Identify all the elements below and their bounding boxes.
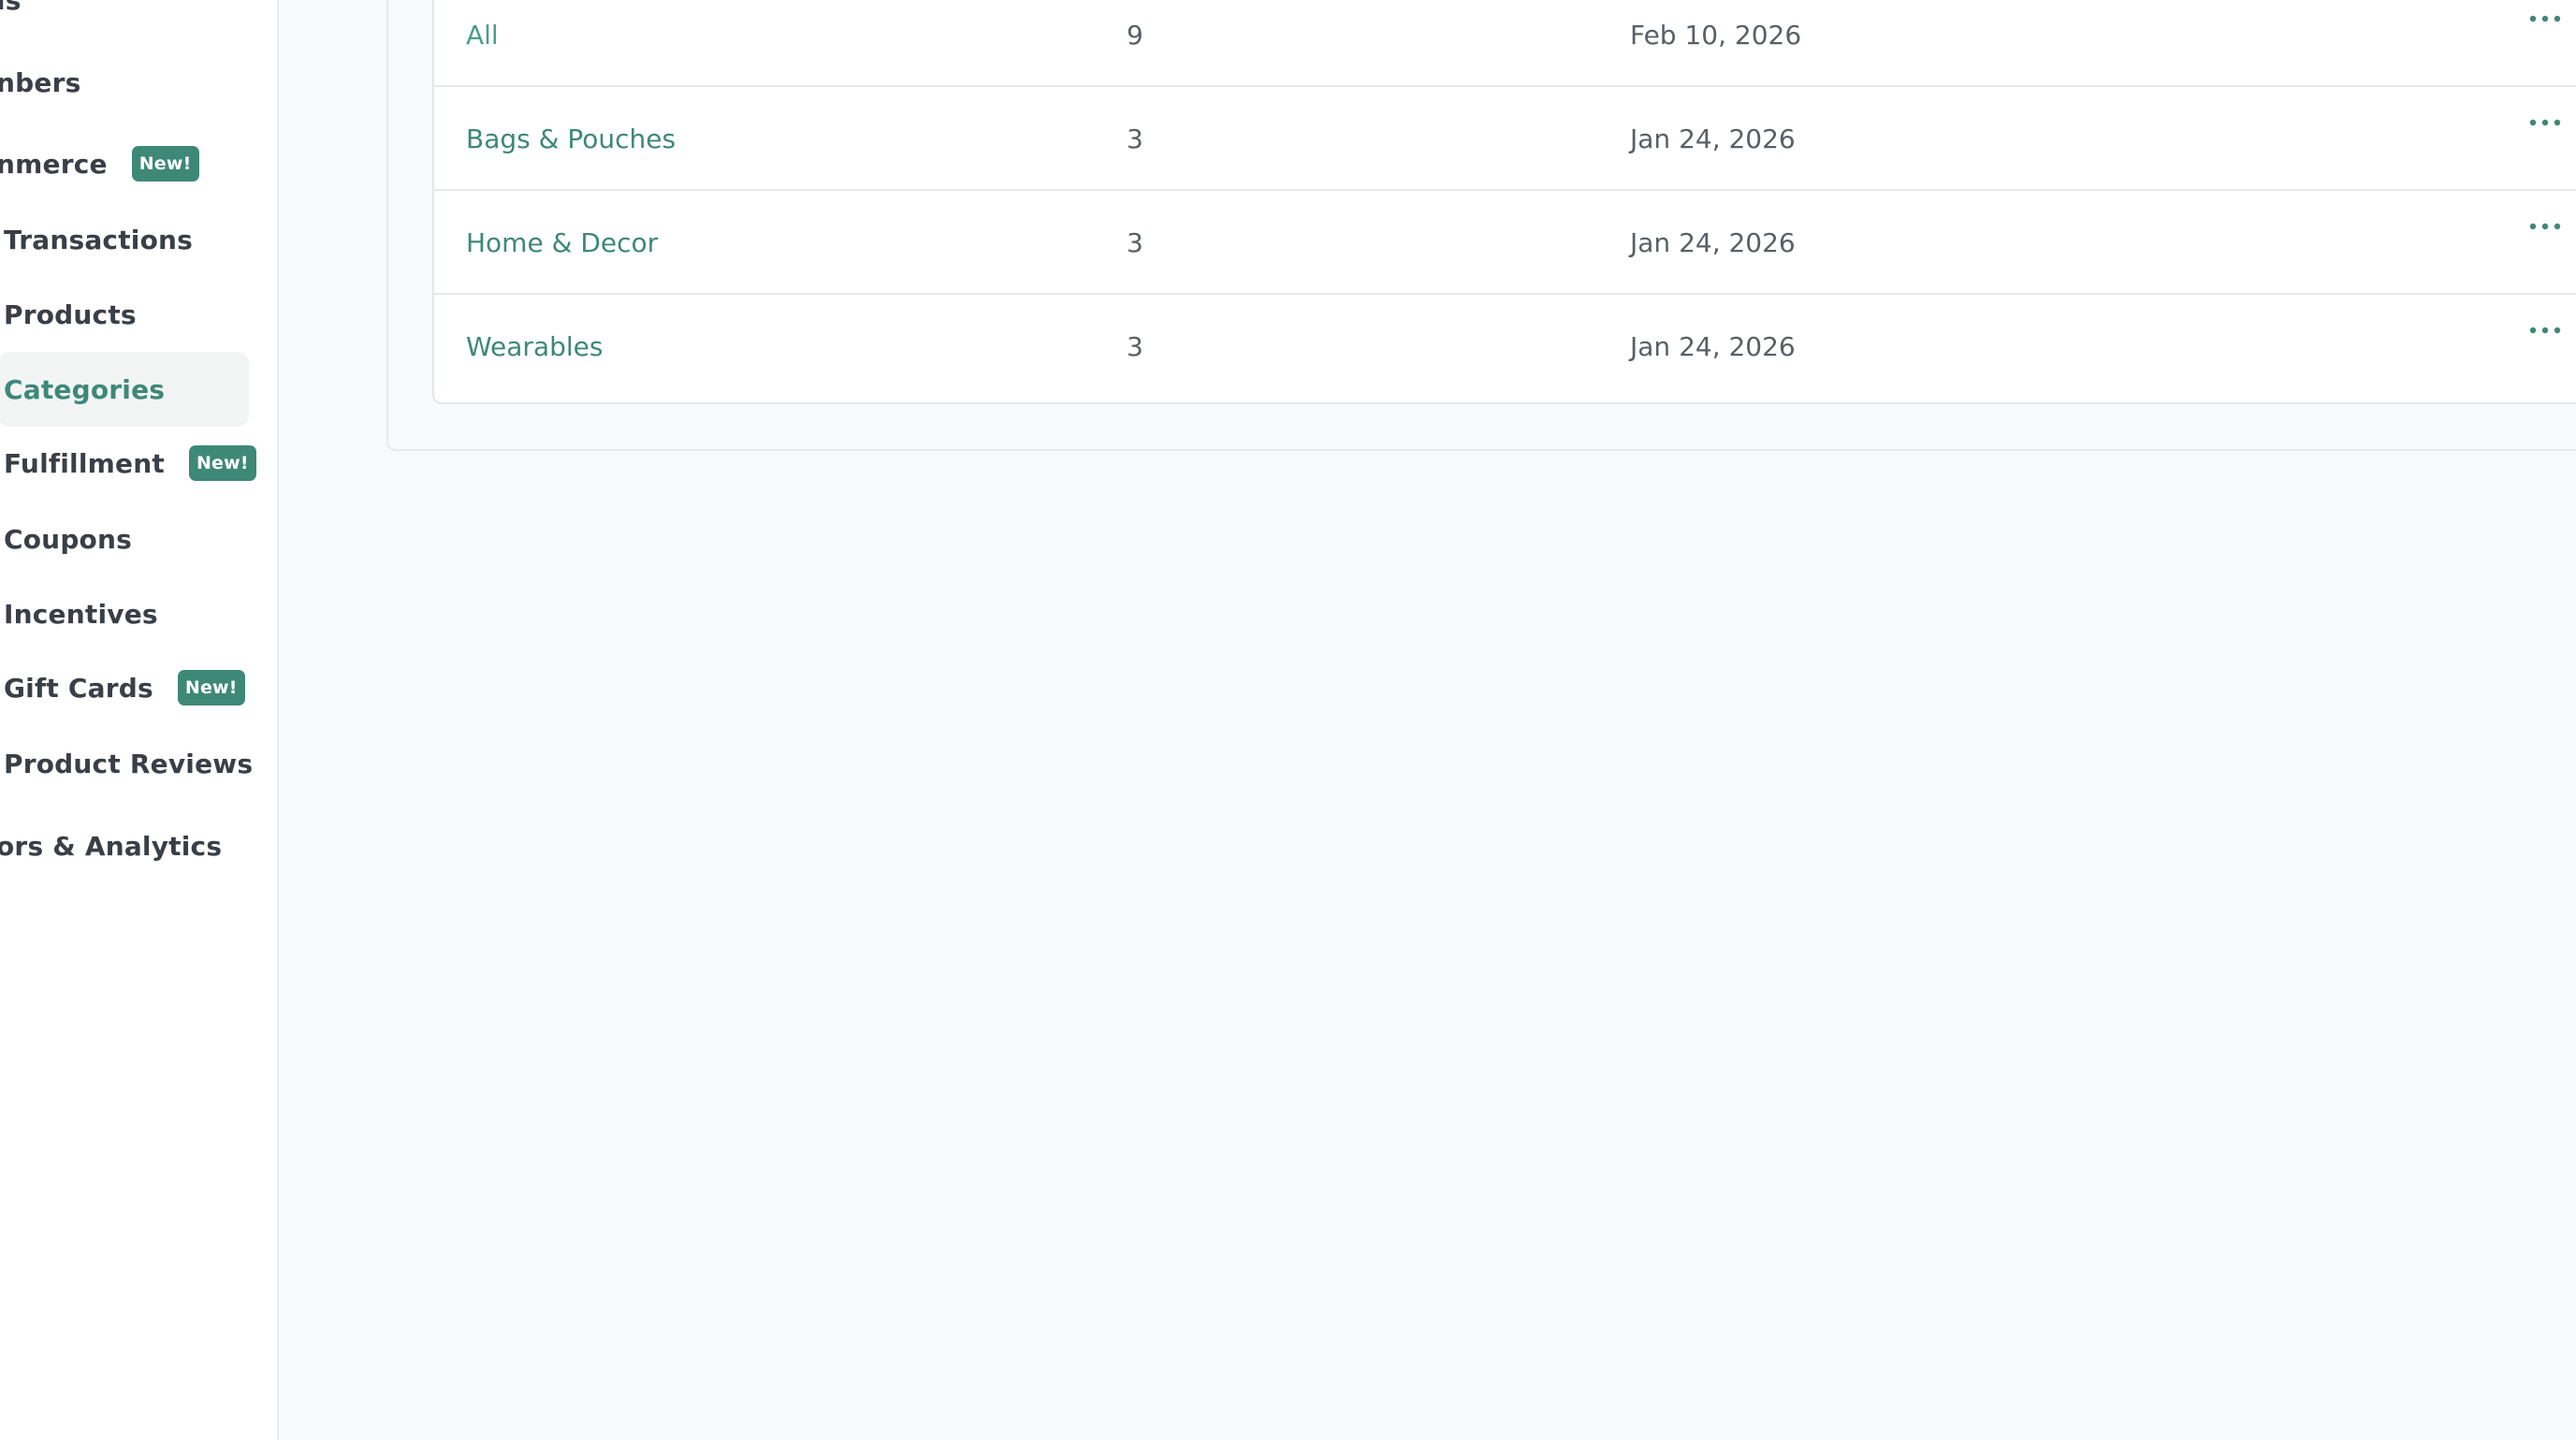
more-horizontal-icon (2529, 223, 2561, 230)
new-badge: New! (188, 445, 256, 481)
more-horizontal-icon (2529, 119, 2561, 126)
more-horizontal-icon (2529, 15, 2561, 22)
table-row[interactable]: Home & Decor 3 Jan 24, 2026 (434, 191, 2576, 295)
sidebar-item-label: Fulfillment (4, 447, 165, 479)
sidebar-item-label: Categories (4, 373, 166, 405)
sidebar-item-gift-cards[interactable]: Gift Cards New! (4, 655, 245, 720)
sidebar-item-products[interactable]: Products (4, 282, 137, 347)
sidebar-item-label: Product Reviews (4, 748, 254, 779)
sidebar-item-product-reviews[interactable]: Product Reviews (4, 731, 253, 796)
categories-table: All 9 Feb 10, 2026 Bags & Pouches 3 Jan … (432, 0, 2576, 404)
more-actions-button[interactable] (2523, 0, 2568, 37)
product-count: 3 (1127, 227, 1143, 258)
updated-date: Jan 24, 2026 (1630, 331, 1796, 362)
sidebar-item-analytics[interactable]: ors & Analytics (0, 813, 222, 879)
updated-date: Jan 24, 2026 (1630, 227, 1796, 258)
sidebar-item-commerce[interactable]: nmerce New! (0, 131, 199, 196)
sidebar-item-label: Incentives (4, 598, 158, 630)
sidebar-item-coupons[interactable]: Coupons (4, 506, 132, 572)
sidebar-item-label: ls (0, 0, 22, 16)
sidebar-item-incentives[interactable]: Incentives (4, 581, 158, 647)
category-name[interactable]: All (466, 0, 499, 87)
sidebar-item-label: nbers (0, 66, 81, 98)
product-count: 9 (1127, 20, 1143, 51)
more-actions-button[interactable] (2523, 312, 2568, 349)
product-count: 3 (1127, 331, 1143, 362)
sidebar-item-label: Transactions (4, 224, 194, 255)
sidebar-item-members[interactable]: nbers (0, 50, 80, 115)
sidebar-item-label: Products (4, 298, 137, 330)
table-row[interactable]: Bags & Pouches 3 Jan 24, 2026 (434, 87, 2576, 191)
table-row[interactable]: All 9 Feb 10, 2026 (434, 0, 2576, 87)
category-name[interactable]: Wearables (466, 295, 603, 399)
sidebar-item-label: Gift Cards (4, 672, 153, 704)
product-count: 3 (1127, 124, 1143, 154)
sidebar-item-label: Coupons (4, 523, 132, 555)
new-badge: New! (131, 146, 199, 182)
table-row[interactable]: Wearables 3 Jan 24, 2026 (434, 295, 2576, 399)
sidebar-item-transactions[interactable]: Transactions (4, 207, 193, 272)
category-name[interactable]: Home & Decor (466, 191, 658, 295)
new-badge: New! (177, 670, 245, 705)
sidebar-item-label: nmerce (0, 148, 108, 180)
more-actions-button[interactable] (2523, 104, 2568, 141)
category-name[interactable]: Bags & Pouches (466, 87, 676, 191)
updated-date: Feb 10, 2026 (1630, 20, 1802, 51)
sidebar-item-fulfillment[interactable]: Fulfillment New! (4, 430, 256, 496)
sidebar-item-partial-top[interactable]: ls (0, 0, 22, 33)
more-horizontal-icon (2529, 327, 2561, 334)
sidebar: ls nbers nmerce New! Transactions Produc… (0, 0, 279, 1440)
more-actions-button[interactable] (2523, 208, 2568, 245)
sidebar-item-label: ors & Analytics (0, 830, 223, 862)
sidebar-item-categories[interactable]: Categories (0, 352, 249, 427)
updated-date: Jan 24, 2026 (1630, 124, 1796, 154)
